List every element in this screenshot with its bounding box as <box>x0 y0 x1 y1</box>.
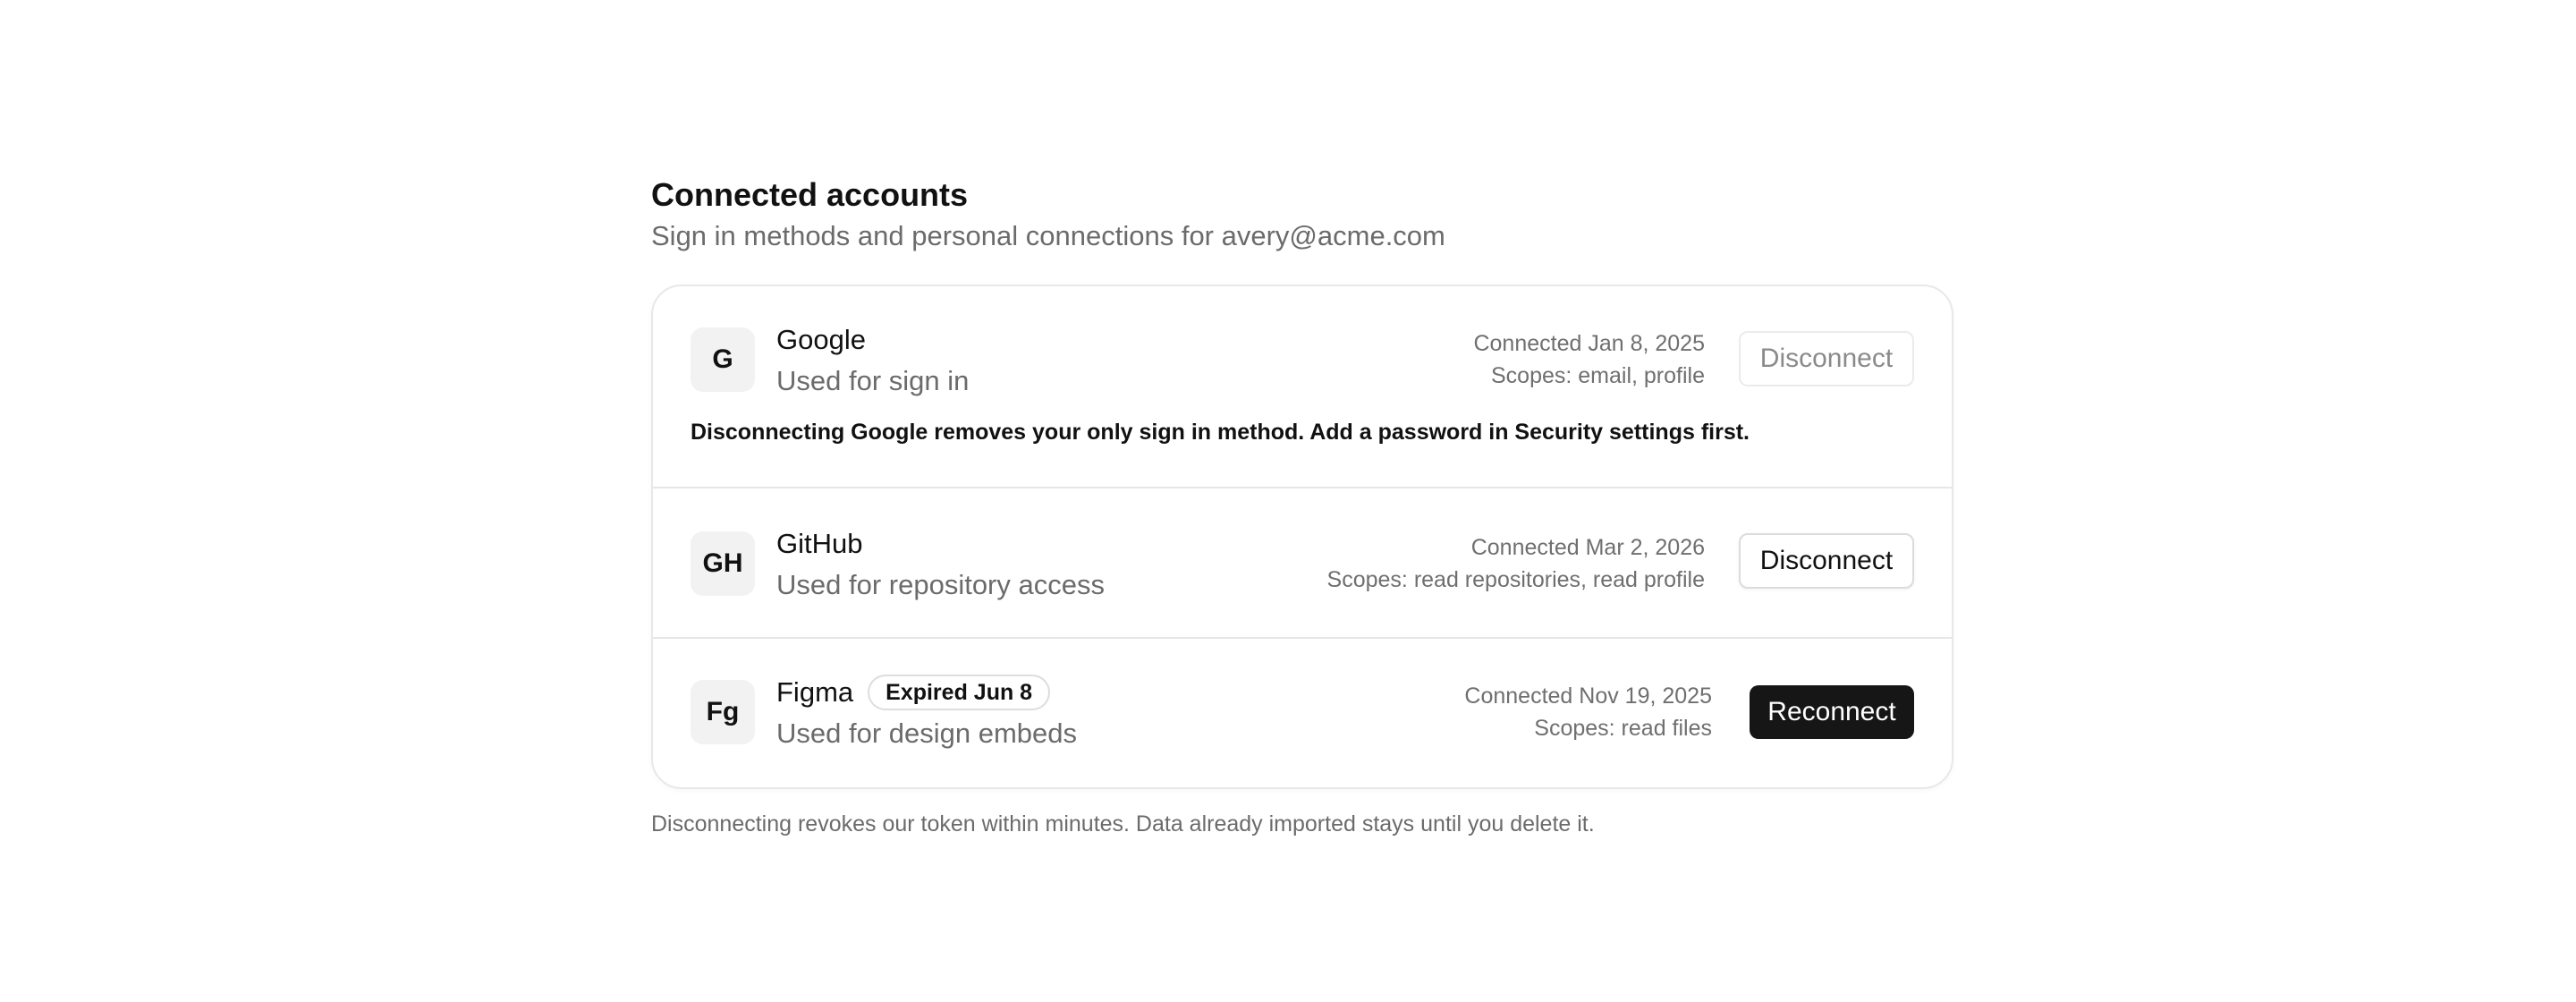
page: Connected accounts Sign in methods and p… <box>0 0 2576 1002</box>
account-name-line: Google <box>776 322 969 358</box>
account-info: GitHub Used for repository access <box>776 526 1105 603</box>
google-logo-icon: G <box>691 327 755 392</box>
footnote: Disconnecting revokes our token within m… <box>651 811 1595 836</box>
disconnect-google-button[interactable]: Disconnect <box>1739 331 1914 386</box>
account-meta: Connected Nov 19, 2025 Scopes: read file… <box>1464 680 1712 744</box>
connected-date: Connected Nov 19, 2025 <box>1464 684 1712 709</box>
connected-accounts-section: Connected accounts Sign in methods and p… <box>651 175 1953 839</box>
account-scopes: Scopes: email, profile <box>1490 363 1705 388</box>
account-name-line: Figma Expired Jun 8 <box>776 675 1077 710</box>
account-name: GitHub <box>776 528 863 559</box>
account-row-github: GH GitHub Used for repository access Con… <box>653 487 1952 637</box>
account-info: Figma Expired Jun 8 Used for design embe… <box>776 675 1077 752</box>
account-meta: Connected Mar 2, 2026 Scopes: read repos… <box>1327 531 1705 596</box>
connected-date: Connected Mar 2, 2026 <box>1470 535 1705 560</box>
account-description: Used for design embeds <box>776 718 1078 749</box>
connected-date: Connected Jan 8, 2025 <box>1473 331 1705 356</box>
account-name: Google <box>776 324 866 355</box>
account-name: Figma <box>776 676 854 708</box>
page-title: Connected accounts <box>651 176 969 213</box>
account-meta: Connected Jan 8, 2025 Scopes: email, pro… <box>1473 327 1705 392</box>
accounts-card: G Google Used for sign in Connected Jan … <box>651 284 1953 789</box>
reconnect-figma-button[interactable]: Reconnect <box>1750 685 1914 739</box>
expired-badge: Expired Jun 8 <box>868 675 1051 710</box>
account-row-google: G Google Used for sign in Connected Jan … <box>653 286 1952 487</box>
account-info: Google Used for sign in <box>776 322 969 399</box>
page-subtitle: Sign in methods and personal connections… <box>651 220 1445 251</box>
account-description: Used for repository access <box>776 569 1105 600</box>
disconnect-warning: Disconnecting Google removes your only s… <box>691 420 1750 445</box>
account-scopes: Scopes: read files <box>1534 716 1712 741</box>
github-logo-icon: GH <box>691 531 755 596</box>
figma-logo-icon: Fg <box>691 680 755 744</box>
account-description: Used for sign in <box>776 365 970 396</box>
account-row-figma: Fg Figma Expired Jun 8 Used for design e… <box>653 637 1952 787</box>
disconnect-github-button[interactable]: Disconnect <box>1739 533 1914 589</box>
account-scopes: Scopes: read repositories, read profile <box>1326 567 1705 592</box>
account-name-line: GitHub <box>776 526 1105 562</box>
